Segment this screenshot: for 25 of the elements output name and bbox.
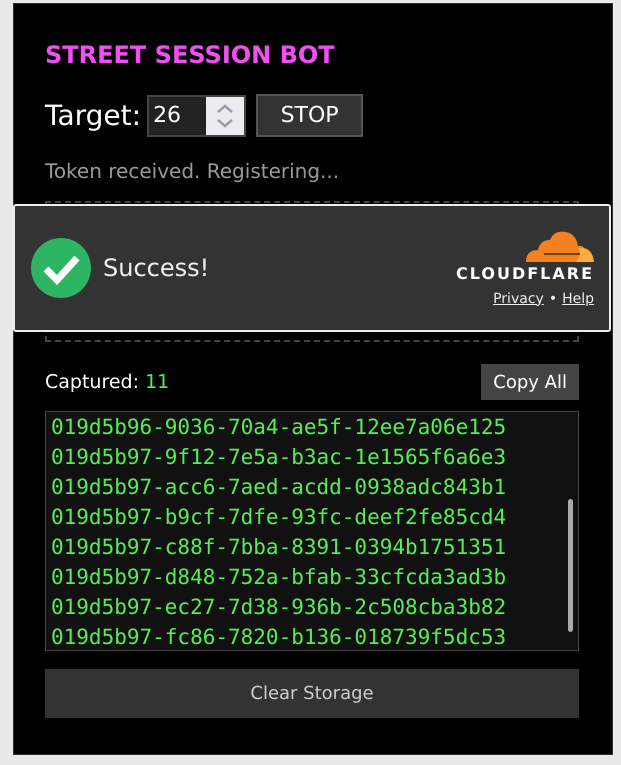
- clear-storage-button[interactable]: Clear Storage: [45, 669, 579, 718]
- captured-label: Captured:: [45, 371, 140, 393]
- token-line: 019d5b97-c88f-7bba-8391-0394b1751351: [51, 534, 508, 561]
- brand-wordmark: CLOUDFLARE: [456, 264, 594, 282]
- separator-dot: •: [548, 290, 558, 306]
- privacy-link[interactable]: Privacy: [493, 290, 544, 306]
- checkmark-icon: [31, 238, 91, 298]
- token-line: 019d5b97-acc6-7aed-acdd-0938adc843b1: [51, 474, 508, 501]
- token-line: 019d5b97-9f12-7e5a-b3ac-1e1565f6a6e3: [51, 444, 508, 471]
- panel-title: STREET SESSION BOT: [45, 40, 336, 70]
- token-line: 019d5b97-fc86-7820-b136-018739f5dc53: [51, 624, 508, 650]
- token-line: 019d5b97-ec27-7d38-936b-2c508cba3b82: [51, 594, 508, 621]
- scrollbar-thumb[interactable]: [568, 499, 573, 632]
- stop-button[interactable]: STOP: [256, 94, 364, 137]
- target-input[interactable]: 26: [147, 94, 246, 136]
- spinner-arrows-icon[interactable]: [206, 96, 244, 134]
- target-label: Target:: [45, 99, 142, 132]
- token-line: 019d5b97-d848-752a-bfab-33cfcda3ad3b: [51, 564, 508, 591]
- help-link[interactable]: Help: [562, 290, 594, 306]
- token-line: 019d5b97-b9cf-7dfe-93fc-deef2fe85cd4: [51, 504, 508, 531]
- success-message: Success!: [103, 254, 210, 282]
- copy-all-button[interactable]: Copy All: [481, 364, 579, 400]
- captured-count: 11: [145, 371, 170, 393]
- token-line: 019d5b96-9036-70a4-ae5f-12ee7a06e125: [51, 414, 508, 441]
- status-text: Token received. Registering...: [45, 159, 340, 183]
